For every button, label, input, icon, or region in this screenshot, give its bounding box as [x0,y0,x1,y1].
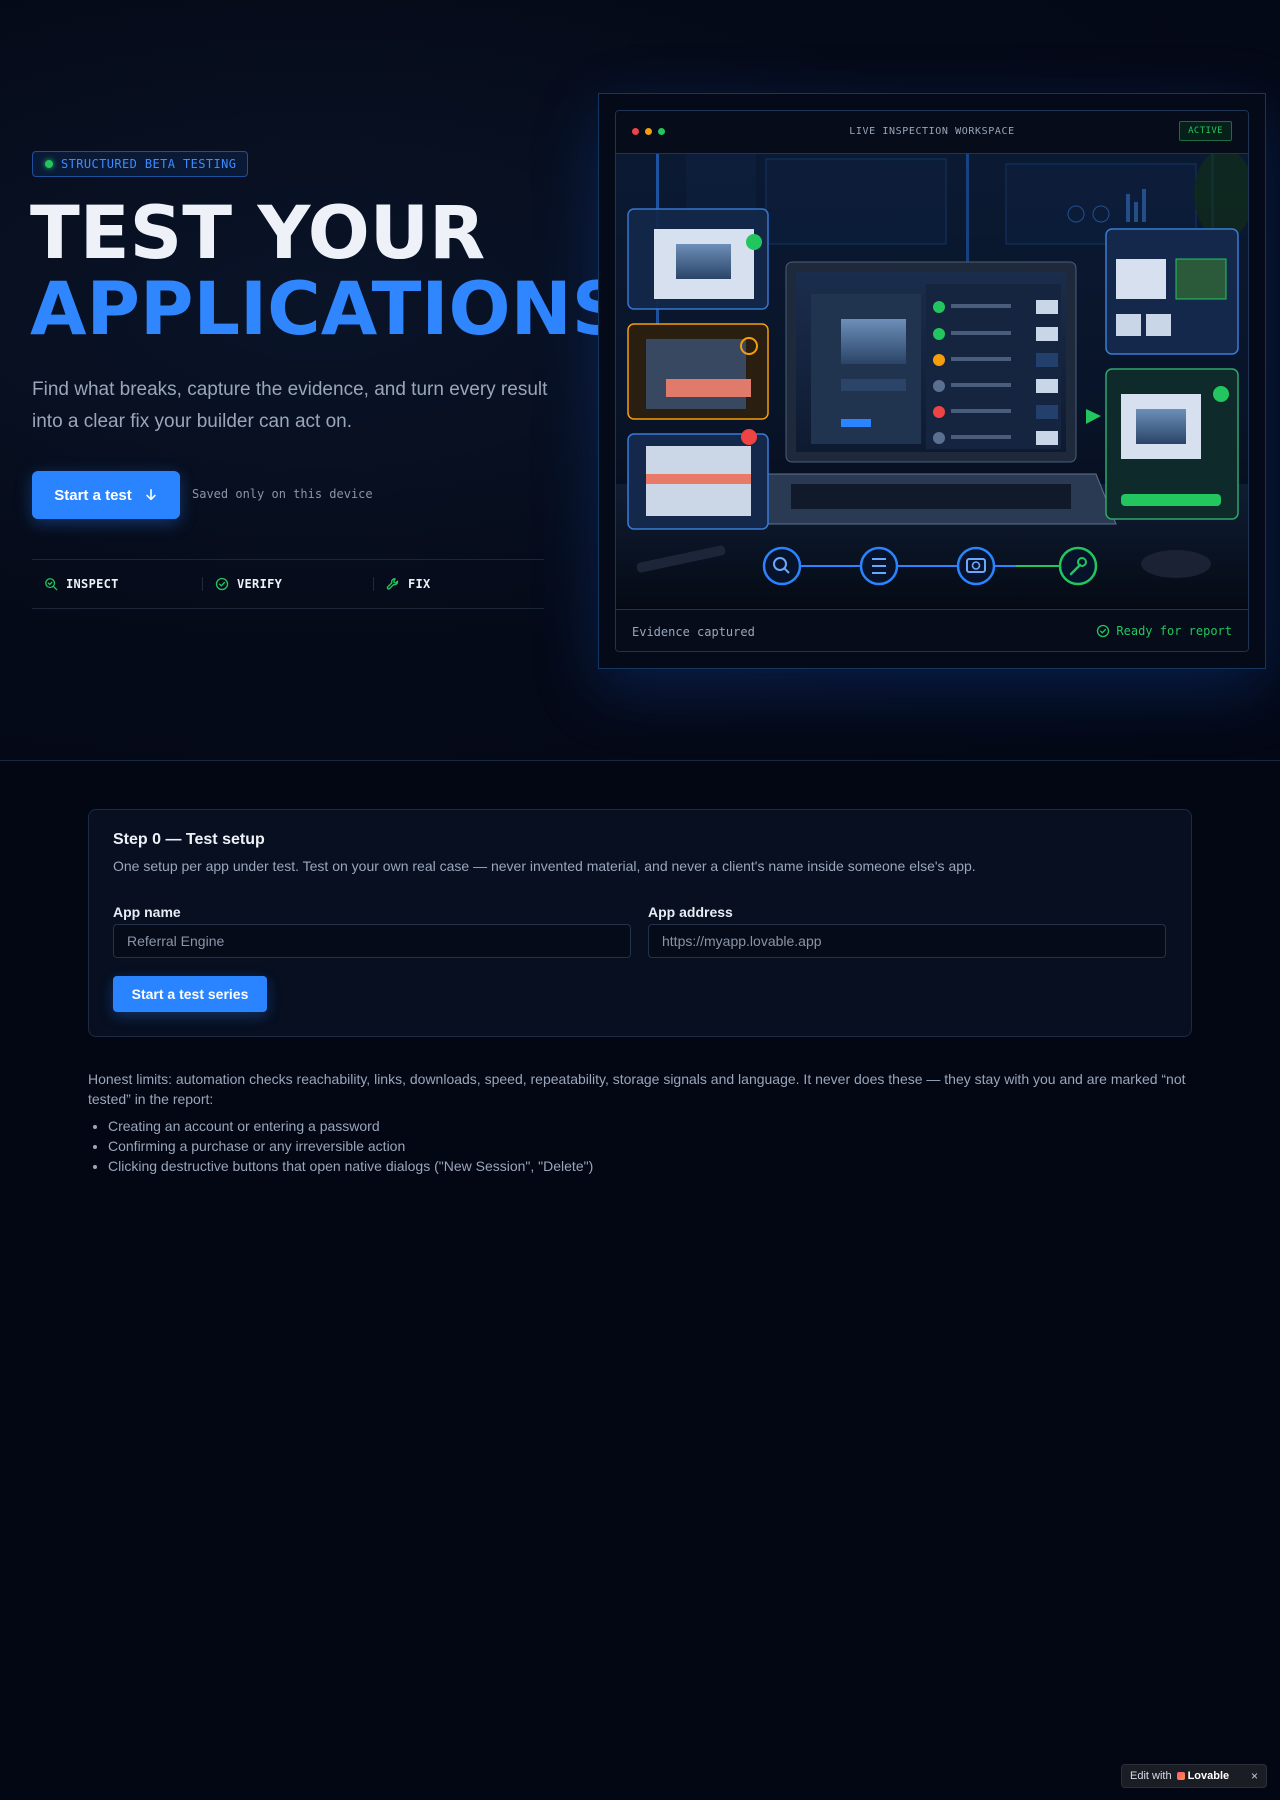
ready-status: Ready for report [1096,624,1232,638]
evidence-status: Evidence captured [632,625,755,639]
pillars-row: INSPECT VERIFY FIX [32,559,544,609]
pillar-inspect: INSPECT [32,577,202,591]
workspace-title: LIVE INSPECTION WORKSPACE [849,126,1015,137]
active-status-badge: ACTIVE [1179,121,1232,141]
inspection-workspace: LIVE INSPECTION WORKSPACE ACTIVE Evidenc… [615,110,1249,652]
lovable-brand: Lovable [1176,1770,1230,1782]
pillar-label: VERIFY [237,577,283,591]
list-item: Creating an account or entering a passwo… [108,1116,1208,1136]
list-item: Confirming a purchase or any irreversibl… [108,1136,1208,1156]
start-test-label: Start a test [54,486,132,504]
check-circle-icon [1097,624,1110,638]
test-setup-card: Step 0 — Test setup One setup per app un… [88,809,1192,1037]
app-address-input[interactable] [648,924,1166,958]
hero-lede: Find what breaks, capture the evidence, … [32,379,548,432]
search-check-icon [45,578,58,591]
limits-intro: Honest limits: automation checks reachab… [88,1071,1186,1107]
pillar-label: FIX [408,577,431,591]
edit-with-lovable-badge[interactable]: Edit with Lovable × [1121,1764,1267,1788]
pillar-fix: FIX [373,577,544,591]
hero-title: TEST YOUR APPLICATIONS [30,196,624,348]
setup-subtitle: One setup per app under test. Test on yo… [113,858,976,874]
start-test-button[interactable]: Start a test [32,471,180,519]
ready-status-label: Ready for report [1116,624,1232,638]
app-name-label: App name [113,904,181,920]
arrow-down-icon [146,488,156,501]
lovable-logo-icon [1176,1772,1185,1780]
start-test-series-button[interactable]: Start a test series [113,976,267,1012]
status-dot-icon [45,160,53,168]
hero-title-line1: TEST YOUR [30,191,486,276]
lovable-brand-label: Lovable [1187,1770,1230,1782]
lovable-prefix: Edit with [1130,1770,1172,1782]
wrench-icon [386,578,399,590]
list-item: Clicking destructive buttons that open n… [108,1156,1208,1176]
beta-badge: STRUCTURED BETA TESTING [32,151,249,177]
check-circle-icon [215,577,229,591]
close-icon[interactable]: × [1251,1769,1258,1783]
limits-list: Creating an account or entering a passwo… [88,1116,1208,1176]
setup-title: Step 0 — Test setup [113,831,265,848]
app-name-input[interactable] [113,924,631,958]
app-address-label: App address [648,904,733,920]
workspace-titlebar: LIVE INSPECTION WORKSPACE ACTIVE [616,111,1248,154]
inspection-illustration [616,154,1248,609]
pillar-verify: VERIFY [202,577,373,591]
hero-title-line2: APPLICATIONS [30,267,625,352]
saved-note: Saved only on this device [192,487,373,501]
hero-section: STRUCTURED BETA TESTING TEST YOUR APPLIC… [0,0,1280,761]
workspace-footer: Evidence captured Ready for report [616,609,1248,651]
beta-badge-label: STRUCTURED BETA TESTING [61,157,237,171]
pillar-label: INSPECT [66,577,119,591]
